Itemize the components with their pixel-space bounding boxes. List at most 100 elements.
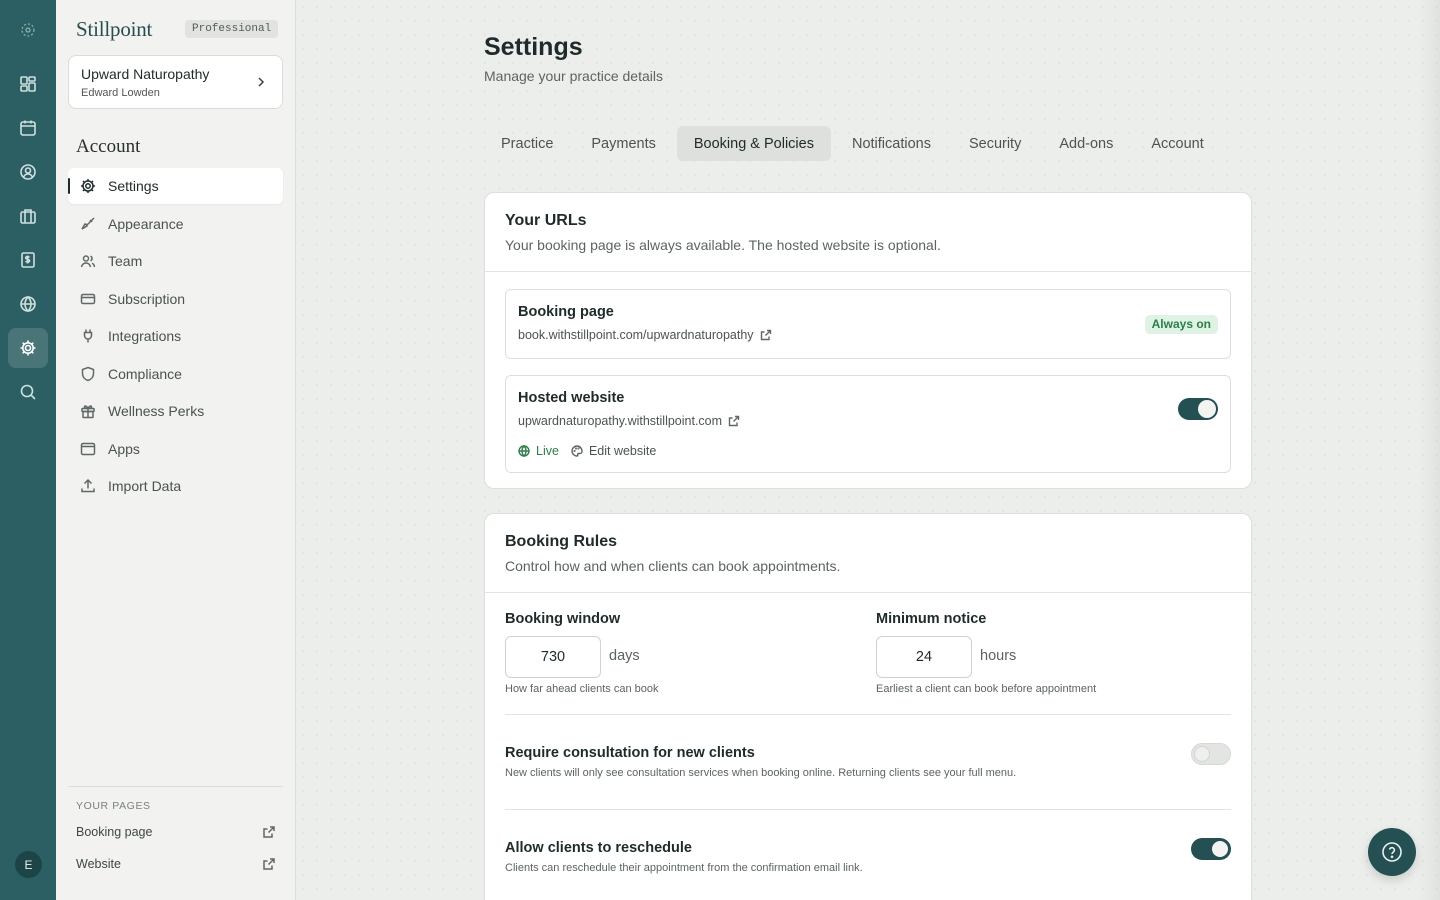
booking-page-url[interactable]: book.withstillpoint.com/upwardnaturopath…: [518, 328, 772, 342]
plan-badge: Professional: [185, 20, 279, 38]
brush-icon: [81, 217, 95, 230]
hosted-website-toggle[interactable]: [1178, 398, 1218, 420]
urls-card: Your URLs Your booking page is always av…: [484, 192, 1252, 489]
search-icon[interactable]: [8, 372, 48, 412]
divider: [505, 809, 1231, 810]
live-status[interactable]: Live: [518, 444, 559, 458]
minimum-notice-unit: hours: [980, 648, 1017, 664]
section-title: Account: [76, 136, 141, 157]
booking-window-hint: How far ahead clients can book: [505, 683, 659, 695]
shield-icon: [81, 366, 95, 382]
client-icon[interactable]: [8, 152, 48, 192]
practice-switcher[interactable]: Upward Naturopathy Edward Lowden: [68, 55, 283, 109]
sidebar-item-integrations[interactable]: Integrations: [68, 318, 283, 354]
help-button[interactable]: [1368, 828, 1416, 876]
divider: [68, 786, 283, 787]
status-badge: Always on: [1144, 315, 1218, 334]
sidebar-item-label: Team: [108, 253, 143, 269]
hosted-website-url[interactable]: upwardnaturopathy.withstillpoint.com: [518, 414, 740, 428]
credit-card-icon: [80, 293, 96, 305]
sidebar-item-label: Wellness Perks: [108, 403, 205, 419]
sidebar-item-appearance[interactable]: Appearance: [68, 206, 283, 242]
sidebar-item-label: Apps: [108, 441, 140, 457]
sidebar-item-subscription[interactable]: Subscription: [68, 281, 283, 317]
booking-page-title: Booking page: [518, 304, 614, 320]
tab-practice[interactable]: Practice: [484, 126, 570, 161]
edit-website-link[interactable]: Edit website: [571, 444, 656, 458]
gear-icon: [81, 179, 95, 193]
invoice-icon[interactable]: [8, 240, 48, 280]
consultation-rule-desc: New clients will only see consultation s…: [505, 767, 1017, 779]
window-icon: [80, 442, 96, 456]
tab-account[interactable]: Account: [1134, 126, 1220, 161]
globe-icon: [518, 445, 530, 457]
question-icon: [1382, 842, 1402, 862]
sidebar-item-label: Import Data: [108, 478, 182, 494]
sidebar-item-label: Compliance: [108, 366, 182, 382]
minimum-notice-hint: Earliest a client can book before appoin…: [876, 683, 1097, 695]
booking-page-box: Booking page book.withstillpoint.com/upw…: [505, 289, 1231, 359]
sidebar-item-wellness-perks[interactable]: Wellness Perks: [68, 393, 283, 429]
reschedule-toggle[interactable]: [1191, 838, 1231, 860]
dashboard-icon[interactable]: [8, 64, 48, 104]
upload-icon: [81, 478, 95, 493]
globe-icon[interactable]: [8, 284, 48, 324]
minimum-notice-label: Minimum notice: [876, 611, 987, 627]
consultation-toggle[interactable]: [1191, 743, 1231, 765]
urls-card-desc: Your booking page is always available. T…: [505, 237, 941, 253]
booking-window-unit: days: [609, 648, 640, 664]
gift-icon: [81, 405, 95, 419]
page-subtitle: Manage your practice details: [484, 68, 663, 84]
hosted-website-url-text: upwardnaturopathy.withstillpoint.com: [518, 414, 723, 428]
hosted-website-box: Hosted website upwardnaturopathy.withsti…: [505, 375, 1231, 473]
sidebar-item-apps[interactable]: Apps: [68, 431, 283, 467]
booking-rules-title: Booking Rules: [505, 533, 618, 550]
tab-notifications[interactable]: Notifications: [835, 126, 948, 161]
practice-name: Upward Naturopathy: [81, 66, 210, 82]
avatar[interactable]: E: [15, 851, 42, 878]
website-link-label: Website: [76, 857, 121, 871]
hosted-website-title: Hosted website: [518, 390, 625, 406]
icon-rail: E: [0, 0, 56, 900]
external-link-icon: [263, 858, 275, 870]
booking-rules-desc: Control how and when clients can book ap…: [505, 558, 841, 574]
your-pages-label: YOUR PAGES: [76, 800, 151, 812]
divider: [505, 714, 1231, 715]
practice-owner: Edward Lowden: [81, 87, 160, 99]
website-actions: Live Edit website: [518, 444, 656, 458]
sidebar-item-compliance[interactable]: Compliance: [68, 356, 283, 392]
sidebar-item-settings[interactable]: Settings: [68, 168, 283, 204]
booking-page-link[interactable]: Booking page: [76, 825, 276, 839]
booking-rules-card: Booking Rules Control how and when clien…: [484, 513, 1252, 900]
chevron-right-icon: [258, 77, 265, 87]
edit-website-label: Edit website: [588, 444, 657, 458]
settings-tabs: Practice Payments Booking & Policies Not…: [484, 126, 1225, 161]
sidebar-item-team[interactable]: Team: [68, 243, 283, 279]
external-link-icon: [263, 826, 275, 838]
rail-settings-icon[interactable]: [8, 328, 48, 368]
briefcase-icon[interactable]: [8, 196, 48, 236]
tab-payments[interactable]: Payments: [574, 126, 672, 161]
booking-window-label: Booking window: [505, 611, 621, 627]
website-link[interactable]: Website: [76, 857, 276, 871]
main-content: Settings Manage your practice details Pr…: [296, 0, 1440, 900]
sidebar: Stillpoint Professional Upward Naturopat…: [56, 0, 296, 900]
sidebar-item-label: Integrations: [108, 328, 182, 344]
sidebar-item-label: Appearance: [108, 216, 184, 232]
reschedule-rule-desc: Clients can reschedule their appointment…: [505, 862, 863, 874]
booking-window-input[interactable]: 730: [505, 636, 601, 678]
consultation-rule-title: Require consultation for new clients: [505, 745, 755, 761]
external-link-icon: [760, 329, 771, 341]
panel-edge: [1418, 0, 1440, 900]
tab-booking-policies[interactable]: Booking & Policies: [676, 126, 831, 161]
users-icon: [80, 255, 96, 268]
tab-add-ons[interactable]: Add-ons: [1042, 126, 1130, 161]
tab-security[interactable]: Security: [952, 126, 1038, 161]
reschedule-rule-title: Allow clients to reschedule: [505, 840, 692, 856]
live-label: Live: [536, 444, 559, 458]
logo-icon[interactable]: [16, 18, 40, 42]
calendar-icon[interactable]: [8, 108, 48, 148]
sidebar-item-import-data[interactable]: Import Data: [68, 468, 283, 504]
sidebar-item-label: Subscription: [108, 291, 186, 307]
minimum-notice-input[interactable]: 24: [876, 636, 972, 678]
